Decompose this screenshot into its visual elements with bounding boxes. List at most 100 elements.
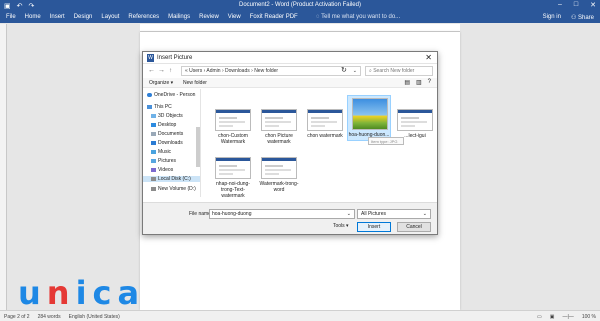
nav-label: OneDrive - Person [154,92,196,98]
file-name: chon-Custom Watermark [218,133,248,145]
forward-icon[interactable]: → [158,67,165,74]
search-input[interactable]: ⌕ Search New folder [365,66,433,76]
music-icon [151,150,156,154]
nav-item-downloads[interactable]: Downloads [151,140,183,146]
dialog-title: Insert Picture [157,55,193,61]
nav-item-onedrive[interactable]: OneDrive - Person [147,92,195,98]
status-left: Page 2 of 2 284 words English (United St… [4,314,120,320]
file-item[interactable]: chon Picture watermark [257,109,301,145]
file-thumbnail [215,157,251,179]
nav-label: Local Disk (C:) [158,176,191,182]
nav-label: Pictures [158,158,177,164]
file-item[interactable]: Watermark-trong-word [257,157,301,193]
nav-item-3d-objects[interactable]: 3D Objects [151,113,183,119]
tools-button[interactable]: Tools ▾ [333,223,349,229]
tab-insert[interactable]: Insert [50,14,65,20]
sunflower-thumbnail [352,98,388,130]
insert-button[interactable]: Insert [357,222,391,232]
cancel-button[interactable]: Cancel [397,222,431,232]
organize-button[interactable]: Organize ▾ [149,80,173,86]
zoom-level[interactable]: 100 % [582,314,596,320]
dialog-toolbar: Organize ▾ New folder ▤ ▥ ? [143,78,437,88]
nav-label: Documents [158,131,184,137]
nav-label: 3D Objects [158,113,183,119]
address-bar[interactable]: « Users › Admin › Downloads › New folder… [181,66,361,76]
nav-item-new-volume[interactable]: New Volume (D:) [151,186,196,192]
up-icon[interactable]: ↑ [169,68,172,74]
minimize-icon[interactable]: – [558,1,562,9]
tab-review[interactable]: Review [199,14,219,20]
tell-me-box[interactable]: ◌ Tell me what you want to do... [316,14,400,20]
new-folder-button[interactable]: New folder [183,80,207,86]
zoom-slider[interactable]: —|— [563,314,574,320]
nav-item-local-disk[interactable]: Local Disk (C:) [143,176,200,182]
document-icon [151,132,156,136]
chevron-down-icon[interactable]: ⌄ [423,210,427,219]
file-item-selected[interactable]: hoa-huong-duon... [347,95,391,141]
file-item[interactable]: chon watermark [303,109,347,139]
ribbon-tab-list: File Home Insert Design Layout Reference… [6,14,298,20]
tab-layout[interactable]: Layout [101,14,119,20]
tab-mailings[interactable]: Mailings [168,14,190,20]
tell-me-text: Tell me what you want to do... [321,14,401,20]
word-count[interactable]: 284 words [38,314,61,320]
view-controls: ▤ ▥ ? [404,79,431,86]
file-thumbnail [397,109,433,131]
share-button[interactable]: ⚇ Share [571,14,594,21]
account-area: Sign in ⚇ Share [543,14,594,21]
dialog-footer: File name: hoa-huong-duong ⌄ All Picture… [143,202,437,234]
nav-label: New Volume (D:) [158,186,196,192]
chevron-down-icon[interactable]: ⌄ [347,210,351,219]
drive-icon [151,177,156,181]
nav-label: Videos [158,167,174,173]
nav-item-this-pc[interactable]: This PC [147,104,172,110]
vertical-ruler [0,24,7,310]
file-item[interactable]: chon-Custom Watermark [211,109,255,145]
refresh-icon[interactable]: ↻ [341,66,347,74]
file-name-input[interactable]: hoa-huong-duong ⌄ [209,209,355,219]
maximize-icon[interactable]: □ [574,1,578,9]
file-name-value: hoa-huong-duong [212,211,252,217]
sign-in-link[interactable]: Sign in [543,14,561,21]
tab-references[interactable]: References [128,14,159,20]
close-icon[interactable]: ✕ [425,53,432,62]
nav-item-music[interactable]: Music [151,149,171,155]
file-name: nhap-noi-dung-trong-Text-watermark [216,181,250,199]
file-item[interactable]: nhap-noi-dung-trong-Text-watermark [211,157,255,199]
language[interactable]: English (United States) [69,314,120,320]
file-thumbnail [307,109,343,131]
address-row: ← → ↑ « Users › Admin › Downloads › New … [143,64,437,78]
horizontal-ruler [140,24,460,32]
back-icon[interactable]: ← [148,67,155,74]
file-type-select[interactable]: All Pictures ⌄ [357,209,431,219]
cloud-icon [147,93,152,97]
window-controls: – □ ✕ [558,1,596,9]
close-window-icon[interactable]: ✕ [590,1,596,9]
print-layout-icon[interactable]: ▣ [550,314,555,320]
nav-label: Downloads [158,140,183,146]
page-count[interactable]: Page 2 of 2 [4,314,30,320]
preview-pane-icon[interactable]: ▥ [416,79,422,86]
chevron-down-icon[interactable]: ⌄ [353,67,357,75]
computer-icon [147,105,152,109]
help-icon[interactable]: ? [428,79,431,86]
read-mode-icon[interactable]: ▭ [537,314,542,320]
tab-foxit[interactable]: Foxit Reader PDF [250,14,298,20]
nav-item-pictures[interactable]: Pictures [151,158,176,164]
tab-design[interactable]: Design [74,14,93,20]
file-thumbnail [261,109,297,131]
file-name: chon watermark [307,133,343,139]
file-item[interactable]: ...lect-igui [393,109,437,139]
ribbon-tabs: File Home Insert Design Layout Reference… [0,12,600,23]
tab-home[interactable]: Home [25,14,41,20]
nav-scrollbar[interactable] [196,127,200,167]
person-icon: ⚇ [570,15,578,21]
unica-logo: unica [18,274,146,312]
nav-item-desktop[interactable]: Desktop [151,122,176,128]
navigation-pane: OneDrive - Person This PC 3D Objects Des… [143,89,201,197]
nav-item-documents[interactable]: Documents [151,131,183,137]
nav-item-videos[interactable]: Videos [151,167,173,173]
tab-view[interactable]: View [228,14,241,20]
view-options-icon[interactable]: ▤ [404,79,410,86]
tab-file[interactable]: File [6,14,16,20]
